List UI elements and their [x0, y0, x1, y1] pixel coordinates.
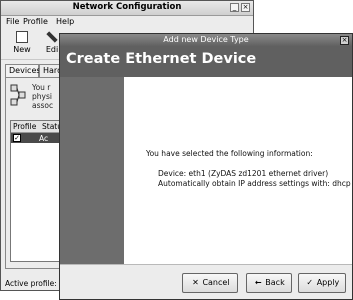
back-button[interactable]: ← Back: [246, 273, 292, 293]
menu-help[interactable]: Help: [56, 17, 74, 26]
devices-info-text: You r physi assoc: [32, 83, 53, 110]
dialog-sidebar: [60, 77, 124, 265]
profile-checkbox[interactable]: ✓: [13, 134, 21, 142]
row-status-text: Ac: [39, 134, 49, 143]
column-profile[interactable]: Profile: [13, 122, 36, 131]
window-titlebar[interactable]: Network Configuration _ ×: [1, 1, 253, 16]
device-summary: Device: eth1 (ZyDAS zd1201 ethernet driv…: [158, 169, 329, 178]
minimize-icon[interactable]: _: [230, 3, 239, 12]
info-line: You r: [32, 83, 51, 92]
close-icon[interactable]: ×: [340, 36, 349, 45]
dialog-titlebar[interactable]: Add new Device Type ×: [60, 34, 352, 47]
edit-pencil-icon: [46, 31, 58, 43]
checkmark-icon: ✓: [306, 278, 314, 287]
back-label: Back: [265, 278, 285, 287]
cancel-x-icon: ✕: [192, 278, 199, 287]
tab-devices[interactable]: Devices: [5, 64, 41, 77]
window-title: Network Configuration: [72, 2, 182, 12]
dialog-button-row: ✕ Cancel ← Back ✓ Apply: [60, 264, 352, 299]
summary-intro: You have selected the following informat…: [146, 149, 313, 158]
banner-title: Create Ethernet Device: [66, 51, 257, 67]
info-line: physi: [32, 92, 52, 101]
new-button[interactable]: New: [11, 31, 33, 54]
cancel-button[interactable]: ✕ Cancel: [182, 273, 238, 293]
apply-label: Apply: [316, 278, 340, 287]
cancel-label: Cancel: [202, 278, 230, 287]
dhcp-summary: Automatically obtain IP address settings…: [158, 179, 351, 188]
menu-profile[interactable]: Profile: [23, 17, 48, 26]
dialog-title: Add new Device Type: [163, 35, 249, 44]
menu-bar: File Profile Help: [1, 16, 253, 28]
close-icon[interactable]: ×: [241, 3, 250, 12]
dialog-banner: Create Ethernet Device: [60, 47, 352, 77]
network-device-icon: [10, 84, 26, 106]
edit-button-label: Edi: [45, 45, 59, 54]
new-document-icon: [16, 31, 28, 43]
apply-button[interactable]: ✓ Apply: [298, 273, 346, 293]
add-device-dialog: Add new Device Type × Create Ethernet De…: [59, 33, 353, 300]
menu-file[interactable]: File: [6, 17, 19, 26]
new-button-label: New: [13, 45, 31, 54]
back-arrow-icon: ←: [254, 278, 262, 287]
info-line: assoc: [32, 101, 54, 110]
dialog-content: You have selected the following informat…: [124, 77, 352, 265]
